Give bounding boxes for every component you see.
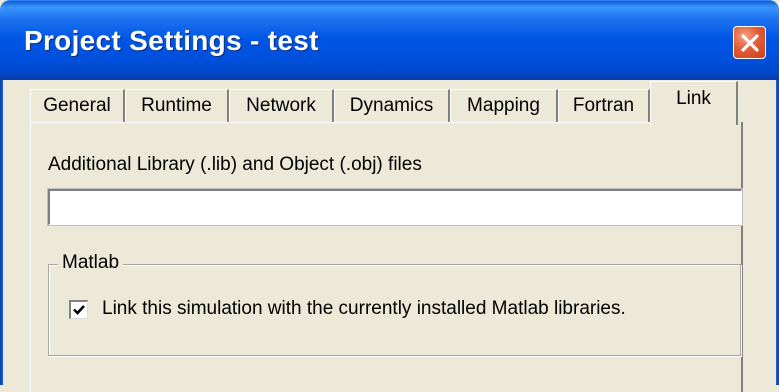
close-button[interactable] bbox=[733, 26, 766, 59]
project-settings-dialog: Project Settings - test General Runtime … bbox=[0, 0, 779, 392]
tab-label: Mapping bbox=[467, 95, 540, 116]
files-input[interactable] bbox=[47, 188, 743, 226]
tab-label: Network bbox=[246, 95, 316, 116]
matlab-group-title: Matlab bbox=[58, 252, 124, 274]
files-label: Additional Library (.lib) and Object (.o… bbox=[48, 154, 422, 175]
tab-label: Runtime bbox=[141, 95, 212, 116]
tab-strip-divider bbox=[30, 122, 650, 123]
checkmark-icon bbox=[73, 305, 85, 315]
tab-label: General bbox=[43, 95, 111, 116]
title-bar[interactable]: Project Settings - test bbox=[0, 0, 779, 80]
tab-network[interactable]: Network bbox=[229, 89, 334, 123]
tab-label: Fortran bbox=[572, 95, 635, 116]
tab-label: Dynamics bbox=[349, 95, 434, 116]
tab-fortran[interactable]: Fortran bbox=[558, 89, 650, 123]
close-icon bbox=[741, 34, 759, 52]
matlab-link-checkbox[interactable] bbox=[69, 300, 88, 319]
tab-mapping[interactable]: Mapping bbox=[450, 89, 558, 123]
matlab-link-checkbox-label[interactable]: Link this simulation with the currently … bbox=[102, 298, 626, 320]
tab-general[interactable]: General bbox=[30, 89, 125, 123]
tab-link[interactable]: Link bbox=[650, 81, 738, 125]
tab-label: Link bbox=[676, 88, 711, 109]
tab-runtime[interactable]: Runtime bbox=[125, 89, 229, 123]
window-frame-left bbox=[0, 80, 3, 385]
window-title: Project Settings - test bbox=[24, 25, 319, 56]
tab-dynamics[interactable]: Dynamics bbox=[334, 89, 450, 123]
